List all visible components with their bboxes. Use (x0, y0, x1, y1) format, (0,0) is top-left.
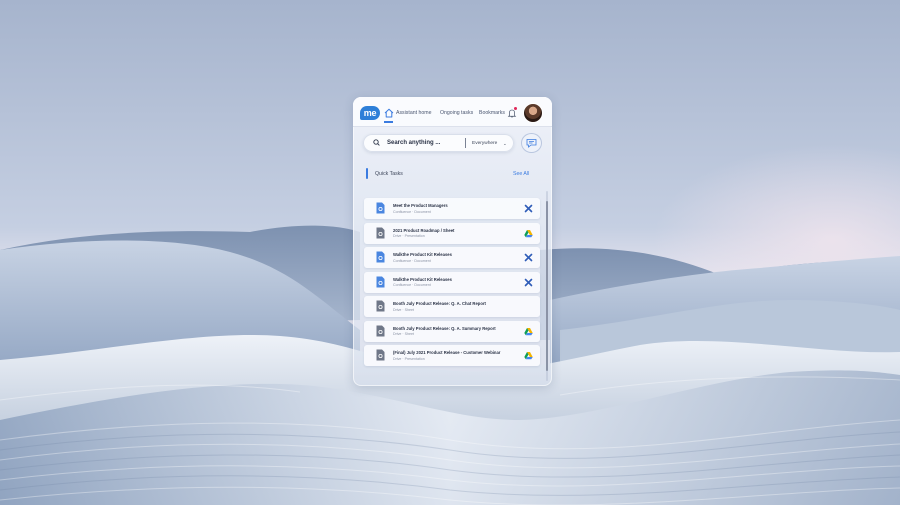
search-divider (465, 138, 466, 148)
list-item-title: Booth July Product Release: Q. A. Summar… (393, 325, 496, 331)
chat-button[interactable] (521, 133, 542, 153)
home-icon[interactable] (384, 108, 394, 118)
list-item[interactable]: Walkthe Product Kit Releases Confluence … (364, 271, 540, 293)
active-tab-indicator (384, 121, 393, 123)
list-item-title: 2021 Product Roadmap / Sheet (393, 227, 455, 233)
confluence-icon[interactable] (524, 204, 533, 213)
list-item-subtitle: Drive · Sheet (393, 307, 414, 312)
list-item-subtitle: Drive · Sheet (393, 332, 414, 336)
search-icon (373, 139, 380, 146)
list-item-title: (Final) July 2021 Product Release - Cust… (393, 350, 501, 355)
search-input[interactable]: Search anything ... (387, 140, 440, 146)
chevron-down-icon[interactable]: ⌄ (503, 141, 507, 147)
doc-grey-icon (376, 227, 385, 238)
list-item-title: Walkthe Product Kit Releases (393, 252, 452, 257)
doc-grey-icon (376, 325, 385, 336)
user-avatar[interactable] (523, 103, 543, 123)
list-item[interactable]: Walkthe Product Kit Releases Confluence … (364, 247, 540, 268)
doc-grey-icon (376, 349, 385, 361)
quick-tasks-title: Quick Tasks (375, 171, 403, 177)
list-item-title: Booth July Product Release: Q. A. Chat R… (393, 301, 486, 306)
list-item-subtitle: Confluence · Document (393, 283, 431, 287)
list-item-subtitle: Confluence · Document (393, 258, 431, 263)
doc-blue-icon (376, 251, 385, 263)
list-item-subtitle: Confluence · Document (393, 209, 431, 214)
top-navigation-bar: me Assistant home Ongoing tasks Bookmark… (353, 97, 552, 127)
list-item[interactable]: (Final) July 2021 Product Release - Cust… (364, 345, 540, 366)
notification-dot (514, 107, 517, 110)
section-accent-bar (366, 168, 368, 179)
see-all-link[interactable]: See All (513, 171, 529, 177)
assistant-panel: me Assistant home Ongoing tasks Bookmark… (353, 97, 552, 386)
doc-blue-icon (376, 276, 385, 287)
list-item[interactable]: Booth July Product Release: Q. A. Summar… (364, 320, 540, 342)
list-item-title: Meet the Product Managers (393, 203, 448, 208)
chat-bubble-icon (526, 139, 537, 148)
doc-blue-icon (376, 202, 385, 214)
confluence-icon[interactable] (524, 278, 533, 287)
doc-grey-icon (376, 300, 385, 312)
me-logo[interactable]: me (360, 106, 380, 120)
nav-bookmarks[interactable]: Bookmarks (479, 110, 505, 116)
list-item-title: Walkthe Product Kit Releases (393, 276, 452, 282)
search-bar[interactable]: Search anything ... Everywhere ⌄ (363, 134, 514, 152)
list-item[interactable]: 2021 Product Roadmap / Sheet Drive · Pre… (364, 222, 540, 244)
scrollbar-thumb[interactable] (546, 201, 548, 371)
list-item-subtitle: Drive · Presentation (393, 234, 425, 238)
list-item[interactable]: Meet the Product Managers Confluence · D… (364, 198, 540, 219)
google-drive-icon[interactable] (524, 351, 533, 360)
nav-assistant-home[interactable]: Assistant home (396, 110, 431, 116)
google-drive-icon[interactable] (524, 327, 533, 336)
google-drive-icon[interactable] (524, 229, 533, 238)
confluence-icon[interactable] (524, 253, 533, 262)
list-item-subtitle: Drive · Presentation (393, 356, 425, 361)
search-scope-dropdown[interactable]: Everywhere (472, 141, 497, 146)
list-item[interactable]: Booth July Product Release: Q. A. Chat R… (364, 296, 540, 317)
nav-ongoing-tasks[interactable]: Ongoing tasks (440, 110, 473, 116)
